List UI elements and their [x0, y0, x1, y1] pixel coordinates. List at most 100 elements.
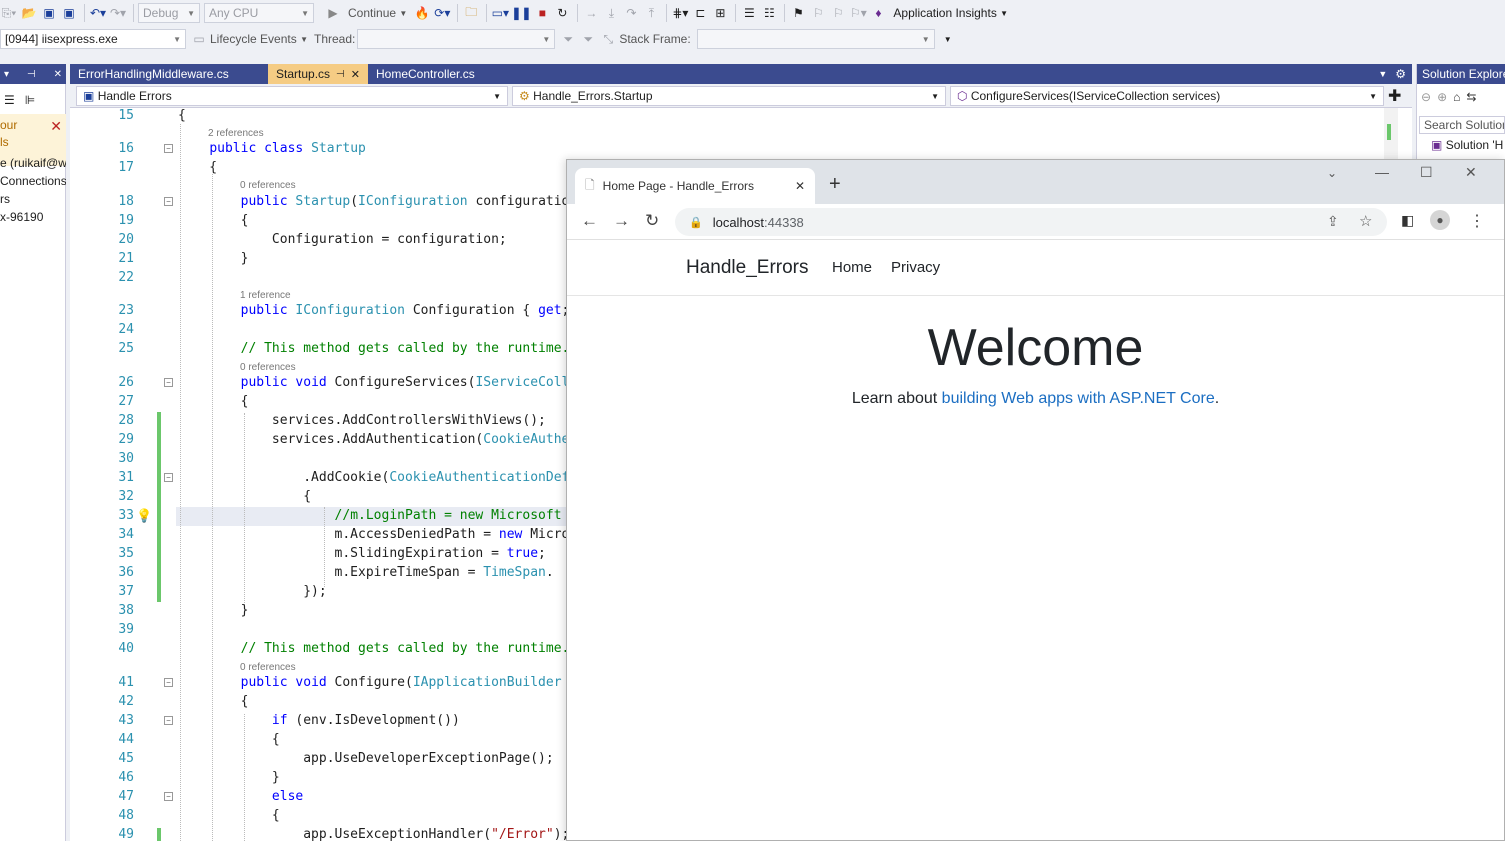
prev-bookmark-icon[interactable]: ⚐	[809, 3, 827, 23]
gear-icon[interactable]: ⚙	[1395, 67, 1406, 81]
forward-icon[interactable]: →	[613, 211, 630, 231]
browse-folder-icon[interactable]: 🗀	[462, 3, 480, 23]
save-all-icon[interactable]: ▣	[60, 3, 78, 23]
configuration-dropdown[interactable]: Debug ▼	[138, 3, 200, 23]
back-icon[interactable]: ←	[581, 211, 598, 231]
tree-item-solution[interactable]: ▣ Solution 'H	[1431, 138, 1503, 152]
new-tab-icon[interactable]: +	[829, 174, 841, 194]
collapse-icon[interactable]: −	[164, 473, 173, 482]
collapse-icon[interactable]: −	[164, 197, 173, 206]
stop-icon[interactable]: ■	[533, 3, 551, 23]
stack-frame-dropdown[interactable]: ▼	[696, 29, 935, 49]
diagnostics-icon[interactable]: ⊏	[691, 3, 709, 23]
step-into-icon[interactable]: ⤓	[602, 3, 620, 23]
lifecycle-icon[interactable]: ▭	[190, 29, 208, 49]
lifecycle-events-button[interactable]: Lifecycle Events ▼	[210, 29, 308, 49]
connect-icon[interactable]: ⊫	[25, 93, 35, 107]
solution-explorer-title: Solution Explore	[1417, 64, 1505, 84]
redo-icon[interactable]: ↷▾	[109, 3, 127, 23]
pin-icon[interactable]: ⊣	[27, 69, 36, 80]
forward-icon[interactable]: ⊕	[1437, 90, 1447, 104]
new-item-icon[interactable]: ⎘▾	[0, 3, 18, 23]
list-item[interactable]: x-96190	[0, 206, 66, 228]
reload-icon[interactable]: ↻	[645, 211, 659, 231]
address-bar[interactable]: 🔒 localhost:44338 ⇪ ☆	[675, 208, 1387, 236]
windows-icon[interactable]: ⊞	[711, 3, 729, 23]
application-insights-label: Application Insights	[893, 6, 997, 20]
bookmark-star-icon[interactable]: ☆	[1359, 212, 1372, 230]
restart-icon[interactable]: ↻	[553, 3, 571, 23]
step-over-icon[interactable]: ↷	[622, 3, 640, 23]
banner-close-icon[interactable]: ✕	[50, 118, 62, 135]
nav-link-home[interactable]: Home	[832, 259, 872, 276]
open-folder-icon[interactable]: 📂	[20, 3, 38, 23]
save-icon[interactable]: ▣	[40, 3, 58, 23]
separator	[784, 4, 786, 22]
tab-startup[interactable]: Startup.cs ⊣ ✕	[268, 64, 368, 84]
method-icon: ⬡	[957, 89, 968, 103]
step-out-icon[interactable]: ⤒	[642, 3, 660, 23]
browser-tab-strip: 🗋 Home Page - Handle_Errors ✕ + ⌄ — ☐ ✕	[567, 160, 1504, 204]
next-bookmark-icon[interactable]: ⚐	[829, 3, 847, 23]
screenshot-icon[interactable]: ▭▾	[491, 3, 509, 23]
play-icon[interactable]: ▶	[324, 3, 342, 23]
refresh-icon[interactable]: ⟳▾	[433, 3, 451, 23]
show-next-statement-icon[interactable]: →	[582, 3, 600, 23]
list-icon[interactable]: ☰	[4, 93, 15, 107]
close-icon[interactable]: ✕	[351, 68, 360, 81]
flag-threads-icon[interactable]: ⤡	[599, 29, 617, 49]
collapse-icon[interactable]: −	[164, 378, 173, 387]
nav-link-privacy[interactable]: Privacy	[891, 259, 940, 276]
breakpoints-icon[interactable]: ⋕▾	[671, 3, 689, 23]
platform-dropdown[interactable]: Any CPU ▼	[204, 3, 314, 23]
share-icon[interactable]: ⇪	[1327, 213, 1339, 230]
pin-icon[interactable]: ⊣	[336, 69, 345, 80]
collapse-icon[interactable]: −	[164, 678, 173, 687]
close-icon[interactable]: ✕	[54, 69, 62, 80]
collapse-icon[interactable]: −	[164, 144, 173, 153]
thread-dropdown[interactable]: ▼	[357, 29, 556, 49]
menu-kebab-icon[interactable]: ⋮	[1469, 211, 1485, 231]
lightbulb-icon[interactable]: 💡	[136, 506, 152, 525]
project-dropdown[interactable]: ▣ Handle Errors ▼	[76, 86, 508, 106]
site-brand[interactable]: Handle_Errors	[686, 257, 809, 279]
bookmark-icon[interactable]: ⚑	[789, 3, 807, 23]
hot-reload-icon[interactable]: 🔥	[413, 3, 431, 23]
tab-overflow-icon[interactable]: ▼	[1378, 69, 1387, 79]
side-panel-icon[interactable]: ◧	[1401, 212, 1414, 229]
browser-tab[interactable]: 🗋 Home Page - Handle_Errors ✕	[575, 168, 815, 204]
toolbar-overflow-icon[interactable]: ▼	[939, 29, 957, 49]
learn-link[interactable]: building Web apps with ASP.NET Core	[942, 390, 1215, 407]
filter-icon[interactable]: ⏷	[559, 29, 577, 49]
indent-icon[interactable]: ☰	[740, 3, 758, 23]
window-close-icon[interactable]: ✕	[1465, 164, 1477, 181]
home-icon[interactable]: ⌂	[1453, 90, 1460, 104]
application-insights-button[interactable]: Application Insights ▼	[889, 3, 1012, 23]
collapse-icon[interactable]: −	[164, 716, 173, 725]
process-dropdown[interactable]: [0944] iisexpress.exe ▼	[0, 29, 186, 49]
minimize-icon[interactable]: —	[1375, 164, 1389, 180]
tab-home-controller[interactable]: HomeController.cs	[368, 64, 518, 84]
chevron-down-icon[interactable]: ▾	[4, 69, 9, 80]
tab-search-icon[interactable]: ⌄	[1327, 166, 1337, 180]
url-host: localhost	[712, 214, 765, 230]
clear-bookmark-icon[interactable]: ⚐▾	[849, 3, 867, 23]
profile-avatar[interactable]: ●	[1430, 210, 1450, 230]
member-dropdown[interactable]: ⬡ ConfigureServices(IServiceCollection s…	[950, 86, 1384, 106]
browser-tab-title: Home Page - Handle_Errors	[602, 179, 755, 193]
tab-error-handling-middleware[interactable]: ErrorHandlingMiddleware.cs	[70, 64, 268, 84]
close-icon[interactable]: ✕	[795, 179, 805, 193]
maximize-icon[interactable]: ☐	[1420, 164, 1433, 181]
solution-search-input[interactable]: Search Solution	[1419, 116, 1505, 134]
split-editor-icon[interactable]: ✚	[1388, 86, 1401, 106]
back-icon[interactable]: ⊖	[1421, 90, 1431, 104]
code-lens[interactable]: 0 references	[240, 179, 296, 193]
pause-icon[interactable]: ❚❚	[511, 3, 531, 23]
undo-icon[interactable]: ↶▾	[89, 3, 107, 23]
switch-views-icon[interactable]: ⇆	[1466, 90, 1476, 104]
continue-button[interactable]: Continue ▼	[344, 3, 411, 23]
collapse-icon[interactable]: −	[164, 792, 173, 801]
class-dropdown[interactable]: ⚙ Handle_Errors.Startup ▼	[512, 86, 946, 106]
filter-clear-icon[interactable]: ⏷	[579, 29, 597, 49]
outdent-icon[interactable]: ☷	[760, 3, 778, 23]
